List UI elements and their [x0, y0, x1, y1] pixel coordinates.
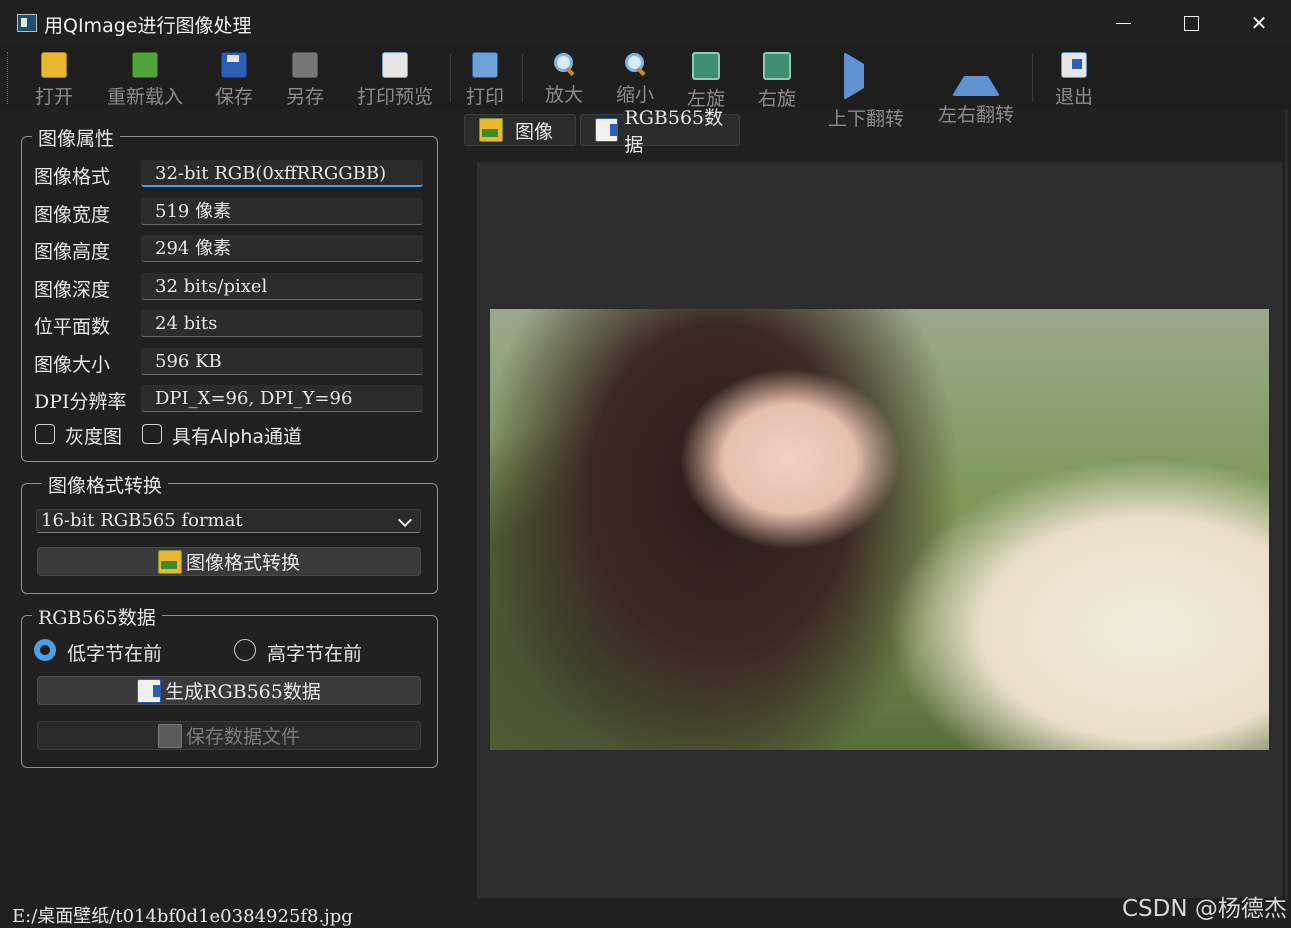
flip-vertical-icon: [844, 52, 888, 100]
flip-horizontal-button[interactable]: 左右翻转: [934, 52, 1018, 126]
minimize-button[interactable]: [1089, 0, 1157, 46]
dpi-label: DPI分辨率: [34, 391, 127, 413]
minimize-icon: [1115, 22, 1131, 24]
generate-rgb565-label: 生成RGB565数据: [165, 681, 321, 703]
close-icon: ✕: [1250, 11, 1268, 35]
chevron-down-icon: [397, 512, 413, 528]
zoom-in-icon: [552, 52, 576, 76]
format-convert-group: 图像格式转换: [21, 471, 438, 594]
rotate-right-button[interactable]: 右旋: [753, 52, 801, 110]
bit-planes-field[interactable]: 24 bits: [141, 310, 423, 337]
flip-horizontal-icon: [952, 52, 1000, 96]
status-file-path: E:/桌面壁纸/t014bf0d1e0384925f8.jpg: [12, 906, 353, 927]
tab-image[interactable]: 图像: [464, 114, 576, 146]
size-label: 图像大小: [34, 354, 111, 376]
toolbar-separator: [1032, 54, 1033, 102]
save-as-button[interactable]: 另存: [281, 52, 329, 108]
height-field[interactable]: 294 像素: [141, 235, 423, 262]
save-as-label: 另存: [285, 86, 324, 108]
print-label: 打印: [465, 86, 504, 108]
flip-vertical-button[interactable]: 上下翻转: [824, 52, 908, 130]
image-properties-title: 图像属性: [32, 124, 121, 151]
low-byte-first-label: 低字节在前: [67, 643, 163, 665]
save-data-file-button[interactable]: 保存数据文件: [37, 721, 421, 750]
format-select[interactable]: 16-bit RGB565 format: [36, 509, 421, 533]
window-title: 用QImage进行图像处理: [44, 15, 252, 37]
image-icon: [479, 118, 503, 142]
title-bar: 用QImage进行图像处理 ✕: [0, 0, 1291, 46]
format-convert-title: 图像格式转换: [42, 471, 169, 498]
watermark: CSDN @杨德杰: [1122, 896, 1287, 922]
toolbar-grip[interactable]: [7, 52, 11, 104]
maximize-button[interactable]: [1157, 0, 1225, 46]
print-button[interactable]: 打印: [461, 52, 509, 108]
grayscale-label: 灰度图: [65, 426, 123, 448]
width-field[interactable]: 519 像素: [141, 198, 423, 225]
alpha-checkbox[interactable]: [142, 424, 162, 444]
document-icon: [595, 118, 619, 142]
flip-vertical-label: 上下翻转: [827, 108, 904, 130]
format-field[interactable]: 32-bit RGB(0xffRRGGBB): [141, 160, 423, 187]
depth-label: 图像深度: [34, 279, 111, 301]
save-icon: [157, 723, 182, 748]
depth-field[interactable]: 32 bits/pixel: [141, 273, 423, 300]
save-icon: [221, 52, 247, 78]
reload-button[interactable]: 重新载入: [104, 52, 186, 108]
format-select-value: 16-bit RGB565 format: [41, 510, 243, 531]
rotate-right-icon: [763, 52, 791, 80]
print-preview-icon: [382, 52, 408, 78]
zoom-in-button[interactable]: 放大: [540, 52, 588, 108]
rotate-left-icon: [692, 52, 720, 80]
close-button[interactable]: ✕: [1225, 0, 1291, 46]
displayed-image: [490, 309, 1269, 750]
save-button[interactable]: 保存: [210, 52, 258, 108]
exit-label: 退出: [1054, 86, 1093, 108]
zoom-in-label: 放大: [544, 84, 583, 106]
save-data-file-label: 保存数据文件: [185, 726, 300, 748]
exit-icon: [1061, 52, 1087, 78]
reload-icon: [132, 52, 158, 78]
rotate-left-button[interactable]: 左旋: [682, 52, 730, 110]
print-preview-label: 打印预览: [356, 86, 433, 108]
rgb565-title: RGB565数据: [32, 603, 162, 630]
toolbar: 打开 重新载入 保存 另存 打印预览 打印 放大 缩小 左旋 右旋 上下翻转 左…: [0, 46, 1291, 130]
app-icon: [17, 14, 37, 32]
bit-planes-label: 位平面数: [34, 316, 111, 338]
open-label: 打开: [34, 86, 73, 108]
high-byte-first-label: 高字节在前: [267, 643, 363, 665]
size-field[interactable]: 596 KB: [141, 348, 423, 375]
save-label: 保存: [214, 86, 253, 108]
image-icon: [157, 549, 182, 574]
zoom-out-icon: [623, 52, 647, 76]
alpha-label: 具有Alpha通道: [172, 426, 303, 448]
flip-horizontal-label: 左右翻转: [937, 104, 1014, 126]
exit-button[interactable]: 退出: [1050, 52, 1098, 108]
zoom-out-button[interactable]: 缩小: [611, 52, 659, 108]
tab-image-label: 图像: [515, 120, 554, 143]
tab-rgb565-data[interactable]: RGB565数据: [580, 107, 740, 156]
folder-open-icon: [41, 52, 67, 78]
generate-rgb565-button[interactable]: 生成RGB565数据: [37, 676, 421, 705]
height-label: 图像高度: [34, 241, 111, 263]
print-preview-button[interactable]: 打印预览: [353, 52, 437, 108]
maximize-icon: [1183, 15, 1199, 31]
convert-format-label: 图像格式转换: [185, 552, 300, 574]
convert-format-button[interactable]: 图像格式转换: [37, 547, 421, 576]
open-button[interactable]: 打开: [28, 52, 80, 108]
toolbar-separator: [450, 54, 451, 102]
low-byte-first-radio[interactable]: [34, 639, 56, 661]
printer-icon: [472, 52, 498, 78]
high-byte-first-radio[interactable]: [234, 639, 256, 661]
grayscale-checkbox[interactable]: [35, 424, 55, 444]
document-icon: [137, 678, 162, 703]
rotate-right-label: 右旋: [757, 88, 796, 110]
scrollbar-track[interactable]: [1285, 110, 1288, 900]
save-as-icon: [292, 52, 318, 78]
reload-label: 重新载入: [106, 86, 183, 108]
dpi-field[interactable]: DPI_X=96, DPI_Y=96: [141, 385, 423, 412]
tab-rgb565-label: RGB565数据: [624, 107, 724, 156]
toolbar-separator: [522, 54, 523, 102]
format-label: 图像格式: [34, 166, 111, 188]
width-label: 图像宽度: [34, 204, 111, 226]
